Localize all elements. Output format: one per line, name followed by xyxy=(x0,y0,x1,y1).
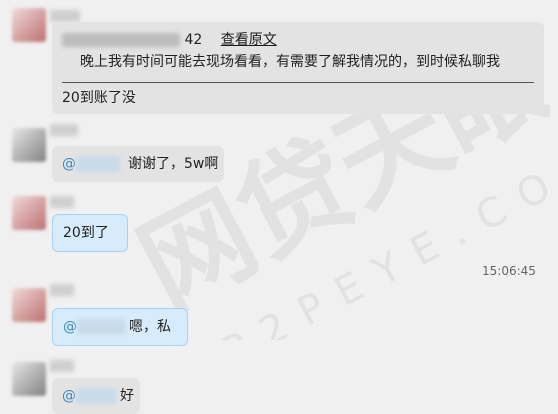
avatar[interactable] xyxy=(12,362,46,396)
message-content: @ 谢谢了，5w啊 xyxy=(62,154,218,174)
timestamp: 15:06:45 xyxy=(482,264,536,278)
quote-divider xyxy=(62,82,534,83)
message-text: 谢谢了，5w啊 xyxy=(128,156,219,172)
sender-name xyxy=(50,360,74,372)
avatar[interactable] xyxy=(12,196,46,230)
quote-id-suffix: 42 xyxy=(184,32,203,48)
mention-symbol[interactable]: @ xyxy=(62,388,76,404)
message-content: @ 好 xyxy=(62,386,134,406)
message-text: 20到账了没 xyxy=(62,90,136,106)
message-bubble[interactable]: @ 好 xyxy=(52,378,140,414)
message-text: 嗯，私 xyxy=(129,319,171,335)
mention-name-redacted xyxy=(76,156,120,172)
watermark-sub-text: P2PEYE.COM xyxy=(215,131,550,340)
message-bubble[interactable]: 42 查看原文 晚上我有时间可能去现场看看，有需要了解我情况的，到时候私聊我 2… xyxy=(52,22,544,114)
mention-name-redacted xyxy=(76,388,116,404)
message-content: @ 嗯，私 xyxy=(63,317,171,337)
message-bubble[interactable]: 20到了 xyxy=(52,214,128,252)
sender-name xyxy=(50,284,74,296)
quote-sender-redacted xyxy=(62,33,180,47)
mention-symbol[interactable]: @ xyxy=(62,156,76,172)
sender-name xyxy=(50,196,74,208)
message-bubble[interactable]: @ 谢谢了，5w啊 xyxy=(52,146,224,182)
sender-name xyxy=(50,10,80,22)
view-original-link[interactable]: 查看原文 xyxy=(221,32,277,48)
message-text: 20到了 xyxy=(63,225,109,241)
quote-header: 42 查看原文 xyxy=(62,30,277,50)
message-bubble[interactable]: @ 嗯，私 xyxy=(52,308,188,346)
avatar[interactable] xyxy=(12,8,46,42)
avatar[interactable] xyxy=(12,128,46,162)
mention-name-redacted xyxy=(77,319,125,335)
message-text: 好 xyxy=(120,388,134,404)
sender-name xyxy=(50,124,78,136)
avatar[interactable] xyxy=(12,288,46,322)
quote-text: 晚上我有时间可能去现场看看，有需要了解我情况的，到时候私聊我 xyxy=(80,54,500,70)
mention-symbol[interactable]: @ xyxy=(63,319,77,335)
